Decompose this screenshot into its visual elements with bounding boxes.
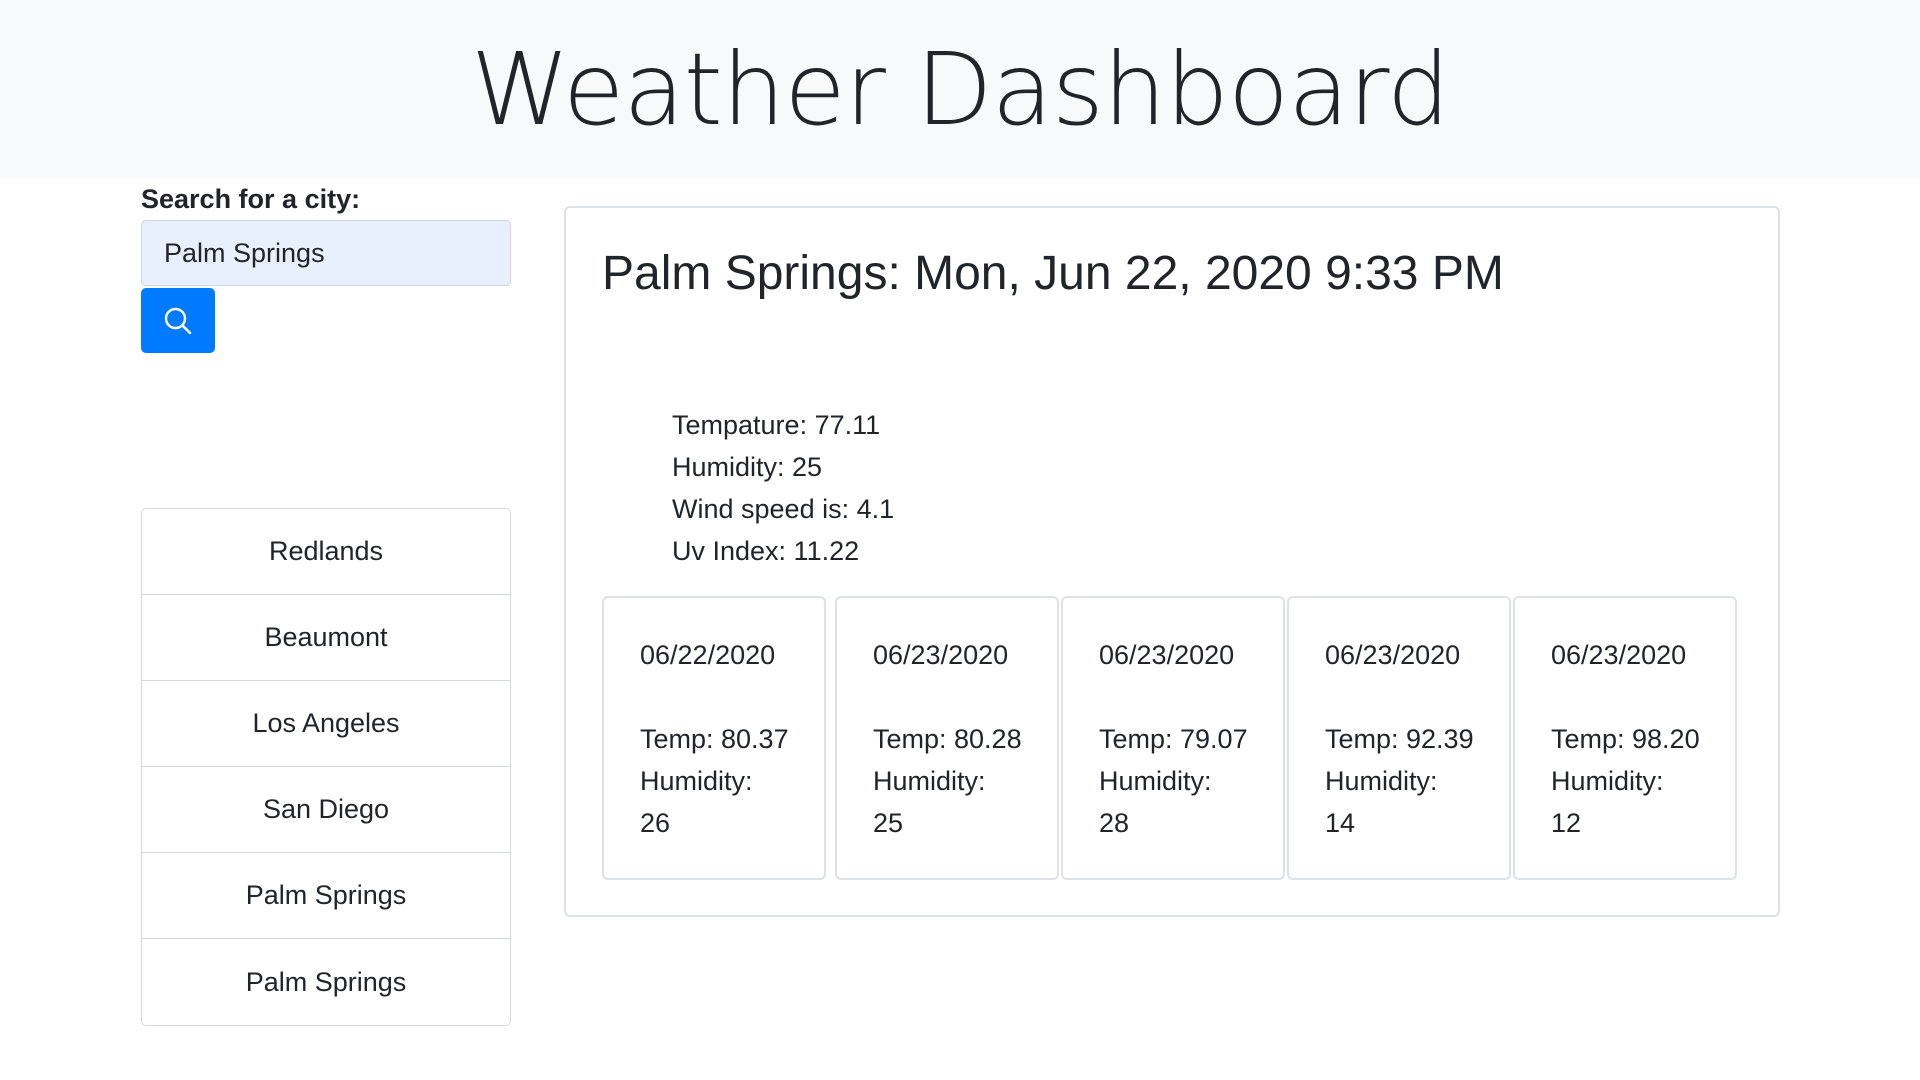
search-history-list: Redlands Beaumont Los Angeles San Diego …: [141, 508, 511, 1026]
forecast-card: 06/23/2020 Temp: 92.39 Humidity: 14: [1287, 596, 1511, 880]
forecast-humidity-value: 12: [1551, 808, 1582, 838]
forecast-temp: Temp: 98.20: [1551, 724, 1700, 754]
forecast-date: 06/23/2020: [873, 640, 1009, 670]
current-weather-stats: Tempature: 77.11 Humidity: 25 Wind speed…: [672, 404, 894, 572]
forecast-humidity-value: 25: [873, 808, 904, 838]
current-weather-title: Palm Springs: Mon, Jun 22, 2020 9:33 PM: [602, 247, 1504, 300]
forecast-temp: Temp: 92.39: [1325, 724, 1474, 754]
current-weather-card: Palm Springs: Mon, Jun 22, 2020 9:33 PM …: [564, 206, 1780, 917]
page-header: Weather Dashboard: [0, 0, 1920, 178]
current-wind-speed: Wind speed is: 4.1: [672, 494, 895, 524]
forecast-date: 06/22/2020: [640, 640, 776, 670]
forecast-temp: Temp: 80.28: [873, 724, 1022, 754]
forecast-date: 06/23/2020: [1099, 640, 1235, 670]
history-item-palm-springs[interactable]: Palm Springs: [142, 853, 510, 939]
current-uv-index: Uv Index: 11.22: [672, 536, 860, 566]
history-item-san-diego[interactable]: San Diego: [142, 767, 510, 853]
history-item-los-angeles[interactable]: Los Angeles: [142, 681, 510, 767]
current-humidity: Humidity: 25: [672, 452, 823, 482]
search-icon: [164, 307, 192, 334]
forecast-temp: Temp: 80.37: [640, 724, 789, 754]
current-temperature: Tempature: 77.11: [672, 410, 881, 440]
forecast-humidity-value: 26: [640, 808, 671, 838]
history-item-beaumont[interactable]: Beaumont: [142, 595, 510, 681]
forecast-card: 06/22/2020 Temp: 80.37 Humidity: 26: [602, 596, 826, 880]
search-label: Search for a city:: [141, 184, 361, 214]
search-button[interactable]: [141, 288, 215, 353]
forecast-card: 06/23/2020 Temp: 80.28 Humidity: 25: [835, 596, 1059, 880]
history-item-palm-springs-2[interactable]: Palm Springs: [142, 939, 510, 1025]
forecast-humidity-label: Humidity:: [1325, 766, 1438, 796]
page-title: Weather Dashboard: [470, 30, 1450, 148]
forecast-humidity-label: Humidity:: [1551, 766, 1664, 796]
city-search-input[interactable]: [141, 220, 511, 286]
history-item-redlands[interactable]: Redlands: [142, 509, 510, 595]
forecast-humidity-label: Humidity:: [873, 766, 986, 796]
forecast-card: 06/23/2020 Temp: 79.07 Humidity: 28: [1061, 596, 1285, 880]
forecast-date: 06/23/2020: [1325, 640, 1461, 670]
forecast-humidity-value: 14: [1325, 808, 1356, 838]
forecast-humidity-value: 28: [1099, 808, 1130, 838]
forecast-date: 06/23/2020: [1551, 640, 1687, 670]
forecast-temp: Temp: 79.07: [1099, 724, 1248, 754]
forecast-card: 06/23/2020 Temp: 98.20 Humidity: 12: [1513, 596, 1737, 880]
forecast-humidity-label: Humidity:: [1099, 766, 1212, 796]
forecast-humidity-label: Humidity:: [640, 766, 753, 796]
